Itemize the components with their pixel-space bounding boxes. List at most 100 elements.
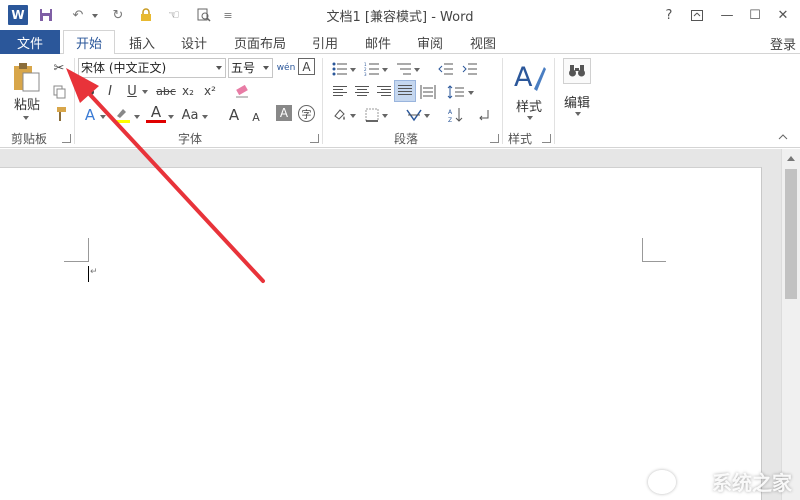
undo-dropdown-icon[interactable] bbox=[92, 14, 98, 18]
phonetic-guide-icon[interactable]: wén bbox=[276, 58, 296, 78]
group-divider bbox=[74, 58, 75, 144]
tab-view[interactable]: 视图 bbox=[461, 30, 505, 54]
paste-button[interactable]: 粘贴 bbox=[14, 94, 40, 113]
multilevel-list-dropdown-icon[interactable] bbox=[414, 68, 420, 72]
decrease-indent-icon[interactable] bbox=[436, 59, 456, 79]
text-effects-icon[interactable]: A bbox=[80, 105, 100, 125]
scrollbar-thumb[interactable] bbox=[785, 169, 797, 299]
group-divider bbox=[322, 58, 323, 144]
tab-page-layout[interactable]: 页面布局 bbox=[228, 30, 292, 54]
character-shading-icon[interactable]: A bbox=[276, 105, 292, 121]
underline-icon[interactable]: U bbox=[122, 81, 142, 101]
paste-dropdown-icon[interactable] bbox=[23, 116, 29, 120]
show-marks-icon[interactable] bbox=[474, 105, 494, 125]
redo-icon[interactable]: ↻ bbox=[108, 5, 128, 25]
grow-font-icon[interactable]: A bbox=[224, 105, 244, 125]
sort-icon[interactable]: AZ bbox=[446, 105, 466, 125]
clipboard-launcher-icon[interactable] bbox=[62, 134, 71, 143]
borders-dropdown-icon[interactable] bbox=[382, 114, 388, 118]
highlight-icon[interactable] bbox=[112, 105, 132, 125]
tab-file[interactable]: 文件 bbox=[0, 30, 60, 54]
styles-launcher-icon[interactable] bbox=[542, 134, 551, 143]
lock-icon[interactable] bbox=[136, 5, 156, 25]
shrink-font-icon[interactable]: A bbox=[246, 107, 266, 127]
shading-icon[interactable] bbox=[330, 105, 350, 125]
print-preview-icon[interactable] bbox=[194, 5, 214, 25]
superscript-icon[interactable]: x² bbox=[200, 81, 220, 101]
scroll-up-icon[interactable] bbox=[787, 156, 795, 161]
customize-qat-icon[interactable]: ≡ bbox=[218, 5, 238, 25]
font-size-select[interactable]: 五号 bbox=[228, 58, 273, 78]
collapse-ribbon-icon[interactable] bbox=[776, 130, 790, 144]
distributed-icon[interactable] bbox=[418, 82, 438, 102]
align-right-icon[interactable] bbox=[374, 82, 394, 102]
font-color-dropdown-icon[interactable] bbox=[168, 115, 174, 119]
subscript-icon[interactable]: x₂ bbox=[178, 81, 198, 101]
italic-icon[interactable]: I bbox=[100, 81, 120, 101]
touch-mode-icon[interactable]: ☜ bbox=[164, 5, 184, 25]
styles-group-label: 样式 bbox=[508, 132, 533, 146]
increase-indent-icon[interactable] bbox=[460, 59, 480, 79]
change-case-icon[interactable]: Aa bbox=[180, 105, 200, 125]
crop-mark bbox=[642, 261, 666, 262]
copy-icon[interactable] bbox=[49, 82, 69, 102]
underline-dropdown-icon[interactable] bbox=[142, 90, 148, 94]
ribbon-home: 粘贴 ✂ 剪贴板 宋体 (中文正文) 五号 wén A B I U abc x₂… bbox=[0, 54, 800, 148]
ribbon-display-options-icon[interactable] bbox=[684, 4, 710, 26]
paragraph-launcher-icon[interactable] bbox=[490, 134, 499, 143]
tab-insert[interactable]: 插入 bbox=[120, 30, 164, 54]
paragraph-mark-icon: ↵ bbox=[90, 267, 98, 277]
highlight-dropdown-icon[interactable] bbox=[134, 115, 140, 119]
numbering-dropdown-icon[interactable] bbox=[382, 68, 388, 72]
tab-design[interactable]: 设计 bbox=[172, 30, 216, 54]
styles-dropdown-icon[interactable] bbox=[527, 116, 533, 120]
format-painter-icon[interactable] bbox=[49, 104, 69, 124]
numbering-icon[interactable]: 123 bbox=[362, 59, 382, 79]
justify-icon[interactable] bbox=[394, 80, 416, 102]
borders-icon[interactable] bbox=[362, 105, 382, 125]
cut-icon[interactable]: ✂ bbox=[49, 58, 69, 78]
svg-text:A: A bbox=[514, 62, 533, 93]
word-logo-icon[interactable]: W bbox=[8, 5, 28, 25]
chinese-layout-icon[interactable] bbox=[404, 105, 424, 125]
bullets-dropdown-icon[interactable] bbox=[350, 68, 356, 72]
paste-icon[interactable] bbox=[10, 60, 42, 94]
binoculars-icon[interactable] bbox=[563, 58, 591, 84]
styles-icon[interactable]: A bbox=[512, 58, 546, 94]
editing-dropdown-icon[interactable] bbox=[575, 112, 581, 116]
multilevel-list-icon[interactable] bbox=[394, 59, 414, 79]
font-launcher-icon[interactable] bbox=[310, 134, 319, 143]
vertical-scrollbar[interactable] bbox=[781, 149, 800, 500]
help-button[interactable]: ? bbox=[656, 4, 682, 26]
clear-formatting-icon[interactable] bbox=[232, 81, 252, 101]
align-left-icon[interactable] bbox=[330, 82, 350, 102]
editing-button[interactable]: 编辑 bbox=[564, 92, 590, 111]
save-icon[interactable] bbox=[36, 5, 56, 25]
signin-link[interactable]: 登录 bbox=[770, 34, 796, 53]
undo-icon[interactable]: ↶ bbox=[68, 5, 88, 25]
font-color-icon[interactable]: A bbox=[146, 103, 166, 123]
tab-references[interactable]: 引用 bbox=[303, 30, 347, 54]
bullets-icon[interactable] bbox=[330, 59, 350, 79]
strikethrough-icon[interactable]: abc bbox=[156, 81, 176, 101]
ribbon-tabs: 文件 开始 插入 设计 页面布局 引用 邮件 审阅 视图 登录 bbox=[0, 30, 800, 55]
line-spacing-dropdown-icon[interactable] bbox=[468, 91, 474, 95]
tab-home[interactable]: 开始 bbox=[63, 30, 115, 55]
minimize-icon[interactable]: — bbox=[714, 4, 740, 26]
tab-mailings[interactable]: 邮件 bbox=[356, 30, 400, 54]
close-icon[interactable]: ✕ bbox=[770, 4, 796, 26]
align-center-icon[interactable] bbox=[352, 82, 372, 102]
line-spacing-icon[interactable] bbox=[446, 82, 466, 102]
document-page[interactable]: ↵ bbox=[0, 167, 762, 500]
change-case-dropdown-icon[interactable] bbox=[202, 115, 208, 119]
text-effects-dropdown-icon[interactable] bbox=[100, 115, 106, 119]
maximize-icon[interactable]: ☐ bbox=[742, 4, 768, 26]
enclose-characters-icon[interactable]: 字 bbox=[298, 105, 315, 122]
styles-button[interactable]: 样式 bbox=[516, 96, 542, 115]
bold-icon[interactable]: B bbox=[80, 81, 100, 101]
tab-review[interactable]: 审阅 bbox=[408, 30, 452, 54]
shading-dropdown-icon[interactable] bbox=[350, 114, 356, 118]
font-family-select[interactable]: 宋体 (中文正文) bbox=[78, 58, 226, 78]
chinese-layout-dropdown-icon[interactable] bbox=[424, 114, 430, 118]
character-border-icon[interactable]: A bbox=[298, 58, 315, 75]
